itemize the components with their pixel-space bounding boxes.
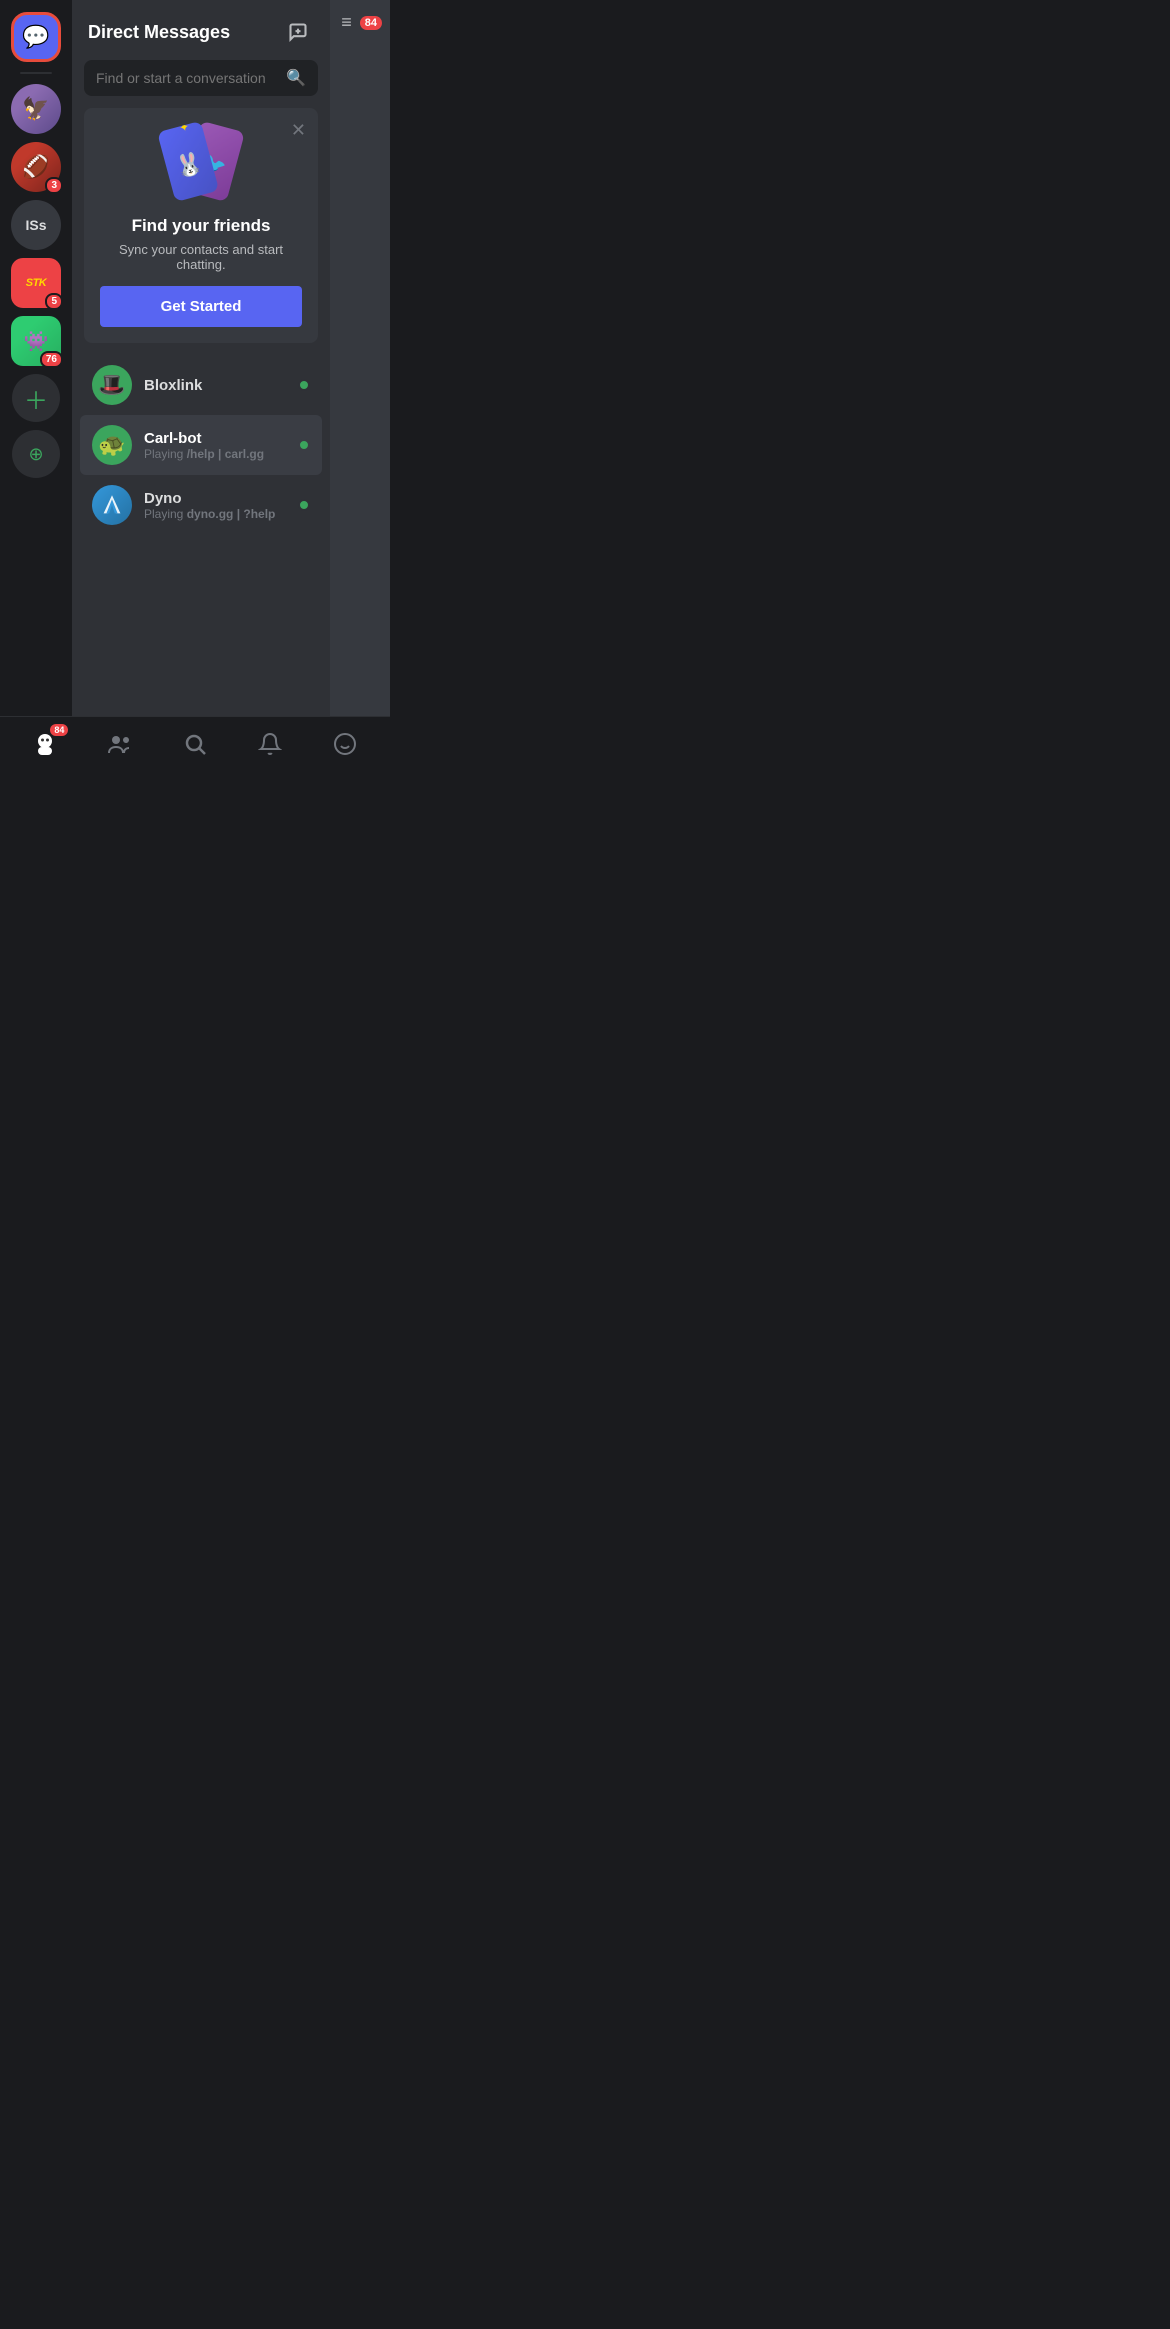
chat-icon: 💬 (22, 24, 49, 50)
card-subtitle: Sync your contacts and start chatting. (100, 242, 302, 272)
dyno-info: Dyno Playing dyno.gg | ?help (144, 490, 286, 521)
dyno-name: Dyno (144, 490, 286, 507)
find-friends-card: ✕ ✦ 🐰 🐦 Find your friends Sync your cont… (84, 108, 318, 343)
dyno-avatar (92, 485, 132, 525)
iss-label: ISs (25, 217, 46, 233)
bloxlink-emoji: 🎩 (98, 372, 125, 398)
bell-icon (258, 732, 282, 762)
sidebar-divider (20, 72, 52, 74)
sidebar-item-add-server[interactable]: ＋ (12, 374, 60, 422)
sidebar-item-stk-server[interactable]: STK 5 (11, 258, 61, 308)
hamburger-icon[interactable]: ≡ (341, 12, 352, 33)
dm-item-dyno[interactable]: Dyno Playing dyno.gg | ?help (80, 475, 322, 535)
bloxlink-info: Bloxlink (144, 377, 286, 394)
dm-icon-button[interactable]: 💬 (11, 12, 61, 62)
dyno-online-dot (298, 499, 310, 511)
sidebar-item-warrior-server[interactable]: 🏈 3 (11, 142, 61, 192)
dm-title: Direct Messages (88, 22, 230, 43)
alien-badge: 76 (40, 351, 63, 368)
add-server-button[interactable]: ＋ (12, 374, 60, 422)
bloxlink-online-dot (298, 379, 310, 391)
friends-illustration: ✦ 🐰 🐦 (100, 124, 302, 204)
plus-icon: ＋ (24, 381, 48, 416)
search-icon: 🔍 (286, 68, 306, 88)
friends-icon (107, 731, 133, 763)
carlbot-name: Carl-bot (144, 430, 286, 447)
dyno-status: Playing dyno.gg | ?help (144, 507, 286, 521)
alien-emoji: 👾 (24, 329, 49, 354)
search-input[interactable] (96, 70, 278, 86)
explore-icon: ⊕ (28, 444, 43, 465)
carlbot-online-dot (298, 439, 310, 451)
bottom-nav: 84 (0, 716, 390, 776)
carlbot-emoji: 🐢 (98, 432, 125, 458)
dyno-status-game: dyno.gg | ?help (187, 507, 276, 521)
get-started-button[interactable]: Get Started (100, 286, 302, 327)
nav-item-bell[interactable] (245, 722, 295, 772)
carlbot-avatar: 🐢 (92, 425, 132, 465)
right-panel: ≡ 84 (330, 0, 390, 716)
card-title: Find your friends (100, 216, 302, 236)
right-header: ≡ 84 (333, 12, 390, 33)
home-badge: 84 (50, 724, 68, 736)
right-badge: 84 (360, 16, 382, 30)
iss-server-icon[interactable]: ISs (11, 200, 61, 250)
sidebar-item-iss-server[interactable]: ISs (11, 200, 61, 250)
carlbot-status-game: /help | carl.gg (187, 447, 264, 461)
dyno-logo-svg (98, 491, 126, 519)
new-dm-button[interactable] (282, 16, 314, 48)
bloxlink-name: Bloxlink (144, 377, 286, 394)
emoji-icon (333, 732, 357, 762)
dyno-status-prefix: Playing (144, 507, 187, 521)
nav-item-emoji[interactable] (320, 722, 370, 772)
bloxlink-avatar: 🎩 (92, 365, 132, 405)
carlbot-info: Carl-bot Playing /help | carl.gg (144, 430, 286, 461)
dm-item-bloxlink[interactable]: 🎩 Bloxlink (80, 355, 322, 415)
bunny-character: 🐰 (173, 149, 206, 181)
carlbot-status-prefix: Playing (144, 447, 187, 461)
stk-label: STK (26, 277, 47, 289)
dm-header: Direct Messages (72, 0, 330, 60)
nav-item-home[interactable]: 84 (20, 722, 70, 772)
dm-panel: Direct Messages 🔍 ✕ (72, 0, 330, 716)
sidebar-item-alien-server[interactable]: 👾 76 (11, 316, 61, 366)
warrior-emoji: 🏈 (22, 154, 49, 180)
nav-item-friends[interactable] (95, 722, 145, 772)
carlbot-status: Playing /help | carl.gg (144, 447, 286, 461)
nav-item-search[interactable] (170, 722, 220, 772)
bird-server-icon[interactable]: 🦅 (11, 84, 61, 134)
bird-emoji: 🦅 (22, 96, 49, 122)
warrior-badge: 3 (45, 177, 63, 194)
sparkle-icon: ✦ (178, 121, 191, 136)
dm-list: 🎩 Bloxlink 🐢 Carl-bot (72, 355, 330, 716)
sidebar: 💬 🦅 🏈 3 ISs (0, 0, 72, 716)
sidebar-item-bird-server[interactable]: 🦅 (11, 84, 61, 134)
stk-badge: 5 (45, 293, 63, 310)
search-bar[interactable]: 🔍 (84, 60, 318, 96)
search-nav-icon (183, 732, 207, 762)
dm-item-carlbot[interactable]: 🐢 Carl-bot Playing /help | carl.gg (80, 415, 322, 475)
sidebar-item-explore[interactable]: ⊕ (12, 430, 60, 478)
explore-button[interactable]: ⊕ (12, 430, 60, 478)
sidebar-item-dm[interactable]: 💬 (11, 12, 61, 62)
